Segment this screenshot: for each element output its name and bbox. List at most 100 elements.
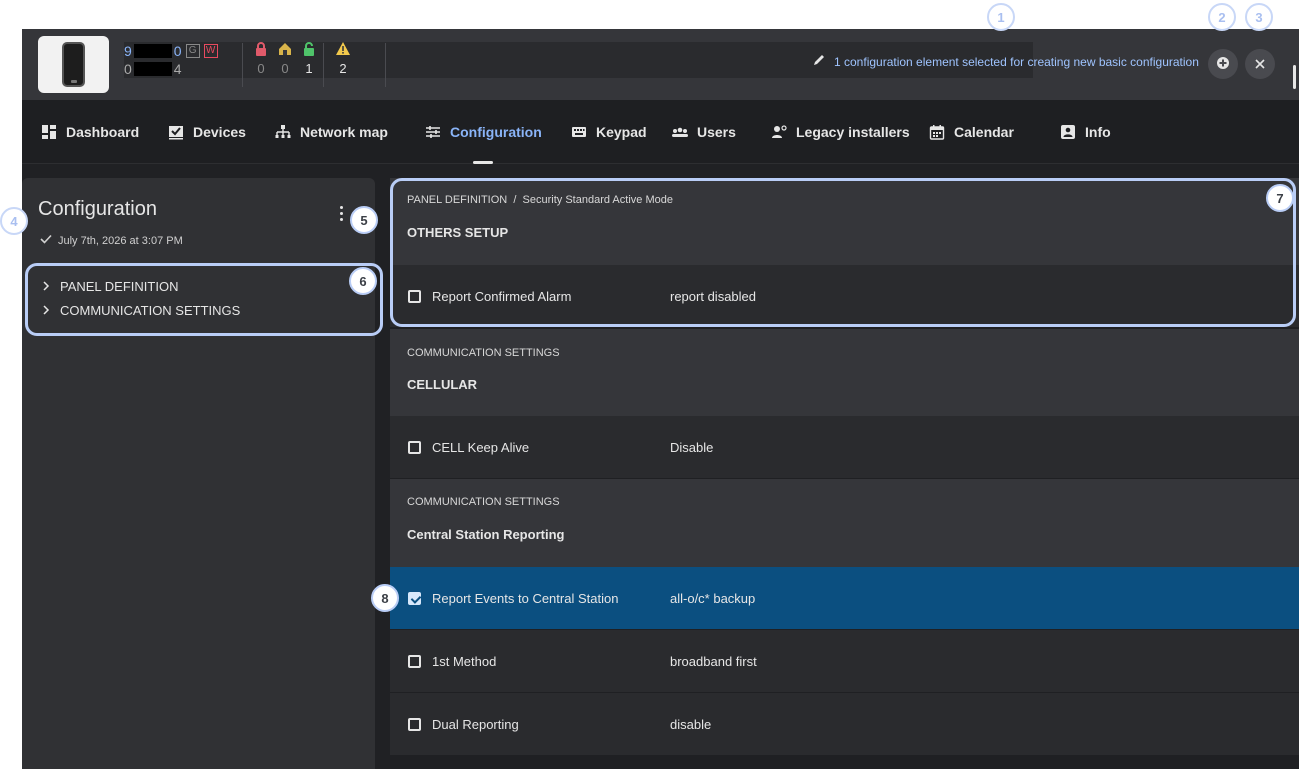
row-checkbox[interactable] — [408, 289, 421, 303]
config-row-report-confirmed-alarm[interactable]: Report Confirmed Alarm report disabled — [390, 265, 1299, 327]
main-tabs: Dashboard Devices Network map Configurat… — [22, 100, 1299, 164]
device-id-line1-suffix: 0 — [173, 43, 182, 59]
tab-configuration[interactable]: Configuration — [424, 100, 542, 164]
status-armed-away: 0 — [253, 41, 269, 76]
status-value: 0 — [257, 61, 265, 76]
active-tab-indicator — [472, 161, 493, 164]
saved-timestamp-text: July 7th, 2026 at 3:07 PM — [58, 234, 183, 247]
tab-label: Keypad — [596, 124, 647, 140]
tree-item-label: COMMUNICATION SETTINGS — [60, 302, 241, 318]
annotation-marker: 5 — [350, 206, 378, 234]
badge-w: W — [203, 44, 218, 58]
row-label: Dual Reporting — [432, 716, 519, 732]
legacy-installers-icon — [770, 123, 788, 141]
keypad-icon — [570, 123, 588, 141]
tab-dashboard[interactable]: Dashboard — [40, 100, 139, 164]
devices-icon — [167, 123, 185, 141]
row-checkbox[interactable] — [408, 654, 421, 668]
section-central-station-reporting: COMMUNICATION SETTINGS Central Station R… — [390, 479, 1299, 567]
network-map-icon — [274, 123, 292, 141]
row-value: all-o/c* backup — [670, 590, 756, 606]
device-id-line2-suffix: 4 — [173, 61, 182, 77]
sidebar-title: Configuration — [38, 198, 157, 220]
section-cellular: COMMUNICATION SETTINGS CELLULAR — [390, 329, 1299, 416]
selection-info: 1 configuration element selected for cre… — [812, 53, 1199, 70]
annotation-marker: 3 — [1245, 3, 1273, 31]
row-value: report disabled — [670, 288, 756, 304]
annotation-marker: 8 — [371, 584, 399, 612]
tab-label: Devices — [193, 124, 246, 140]
annotation-marker: 2 — [1208, 3, 1236, 31]
configuration-tree: PANEL DEFINITION COMMUNICATION SETTINGS — [22, 274, 375, 322]
breadcrumb-sub: Security Standard Active Mode — [522, 194, 673, 206]
tab-network-map[interactable]: Network map — [274, 100, 388, 164]
device-thumbnail[interactable] — [38, 36, 109, 93]
tab-label: Configuration — [450, 124, 542, 140]
selection-info-text: 1 configuration element selected for cre… — [834, 54, 1199, 69]
row-checkbox[interactable] — [408, 440, 421, 454]
tree-item-label: PANEL DEFINITION — [60, 278, 179, 294]
chevron-right-icon — [42, 279, 50, 294]
section-breadcrumb: COMMUNICATION SETTINGS — [407, 347, 560, 359]
row-label: Report Confirmed Alarm — [432, 288, 572, 304]
tab-label: Legacy installers — [796, 124, 910, 140]
row-value: broadband first — [670, 653, 757, 669]
add-configuration-button[interactable] — [1208, 49, 1238, 79]
tab-legacy-installers[interactable]: Legacy installers — [770, 100, 910, 164]
status-armed-home: 0 — [277, 41, 293, 76]
annotation-marker: 6 — [349, 267, 377, 295]
row-value: disable — [670, 716, 712, 732]
scroll-indicator[interactable] — [1293, 65, 1296, 89]
redaction-bar — [133, 62, 172, 76]
app-window: 90 GW 04 0 0 1 2 1 configuration element… — [22, 29, 1299, 769]
users-icon — [671, 123, 689, 141]
tab-calendar[interactable]: Calendar — [928, 100, 1014, 164]
info-icon — [1059, 123, 1077, 141]
annotation-marker: 1 — [987, 3, 1015, 31]
unlock-green-icon — [301, 41, 317, 59]
tab-users[interactable]: Users — [671, 100, 736, 164]
configuration-sidebar: Configuration July 7th, 2026 at 3:07 PM … — [22, 178, 375, 769]
tab-keypad[interactable]: Keypad — [570, 100, 647, 164]
home-yellow-icon — [277, 41, 293, 59]
pencil-icon — [812, 53, 826, 70]
row-label: 1st Method — [432, 653, 497, 669]
config-row-report-events[interactable]: Report Events to Central Station all-o/c… — [390, 567, 1299, 629]
tab-info[interactable]: Info — [1059, 100, 1111, 164]
tab-devices[interactable]: Devices — [167, 100, 246, 164]
breadcrumb-main: PANEL DEFINITION — [407, 194, 508, 206]
config-row-dual-reporting[interactable]: Dual Reporting disable — [390, 693, 1299, 755]
annotation-marker: 7 — [1266, 184, 1294, 212]
tab-label: Info — [1085, 124, 1111, 140]
row-checkbox[interactable] — [408, 717, 421, 731]
row-label: CELL Keep Alive — [432, 439, 530, 455]
header-divider — [385, 43, 386, 87]
header-divider — [242, 43, 243, 87]
status-disarmed: 1 — [301, 41, 317, 76]
config-row-cell-keep-alive[interactable]: CELL Keep Alive Disable — [390, 416, 1299, 478]
section-title: CELLULAR — [407, 377, 478, 392]
tree-item-panel-definition[interactable]: PANEL DEFINITION — [22, 274, 375, 298]
config-row-1st-method[interactable]: 1st Method broadband first — [390, 630, 1299, 692]
section-title: Central Station Reporting — [407, 527, 565, 542]
chevron-right-icon — [42, 303, 50, 318]
lock-red-icon — [253, 41, 269, 59]
section-title: OTHERS SETUP — [407, 225, 509, 240]
section-breadcrumb: PANEL DEFINITION / Security Standard Act… — [407, 194, 673, 206]
warning-icon — [335, 41, 351, 59]
saved-timestamp: July 7th, 2026 at 3:07 PM — [40, 234, 183, 247]
tree-item-communication-settings[interactable]: COMMUNICATION SETTINGS — [22, 298, 375, 322]
device-id-line2-prefix: 0 — [124, 61, 132, 77]
more-options-icon[interactable] — [338, 206, 344, 226]
breadcrumb-separator: / — [510, 194, 520, 206]
section-breadcrumb: COMMUNICATION SETTINGS — [407, 496, 560, 508]
device-id-line1-prefix: 9 — [124, 43, 132, 59]
tab-label: Network map — [300, 124, 388, 140]
status-value: 0 — [281, 61, 289, 76]
annotation-marker: 4 — [0, 207, 28, 235]
row-checkbox-checked[interactable] — [408, 591, 421, 605]
plus-circle-icon — [1216, 56, 1230, 73]
close-selection-button[interactable] — [1245, 49, 1275, 79]
close-icon — [1255, 56, 1265, 72]
calendar-icon — [928, 123, 946, 141]
